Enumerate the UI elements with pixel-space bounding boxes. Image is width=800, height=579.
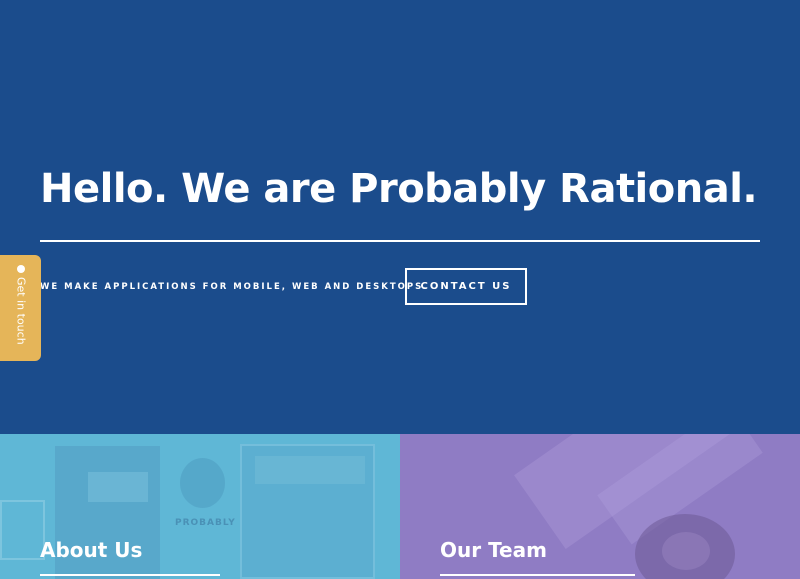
background-logo-text: PROBABLY	[175, 518, 236, 528]
about-us-panel[interactable]: PROBABLY About Us	[0, 434, 400, 579]
chat-bubble-icon	[17, 265, 25, 273]
background-photo-blind	[255, 456, 365, 484]
hero-divider	[40, 240, 760, 242]
get-in-touch-label: Get in touch	[14, 277, 28, 345]
our-team-title[interactable]: Our Team	[440, 538, 547, 562]
hero-tagline: WE MAKE APPLICATIONS FOR MOBILE, WEB AND…	[40, 282, 429, 292]
contact-us-button[interactable]: CONTACT US	[405, 268, 527, 305]
background-photo-screen	[88, 472, 148, 502]
hero-title: Hello. We are Probably Rational.	[40, 166, 758, 212]
our-team-panel[interactable]: Our Team	[400, 434, 800, 579]
background-photo-mascot-face	[662, 532, 710, 570]
background-photo-logo	[180, 458, 225, 508]
about-us-underline	[40, 574, 220, 576]
hero-section: Hello. We are Probably Rational. WE MAKE…	[0, 0, 800, 434]
background-photo-frame	[0, 500, 45, 560]
get-in-touch-tab[interactable]: Get in touch	[0, 255, 41, 361]
our-team-underline	[440, 574, 635, 576]
about-us-title[interactable]: About Us	[40, 538, 142, 562]
